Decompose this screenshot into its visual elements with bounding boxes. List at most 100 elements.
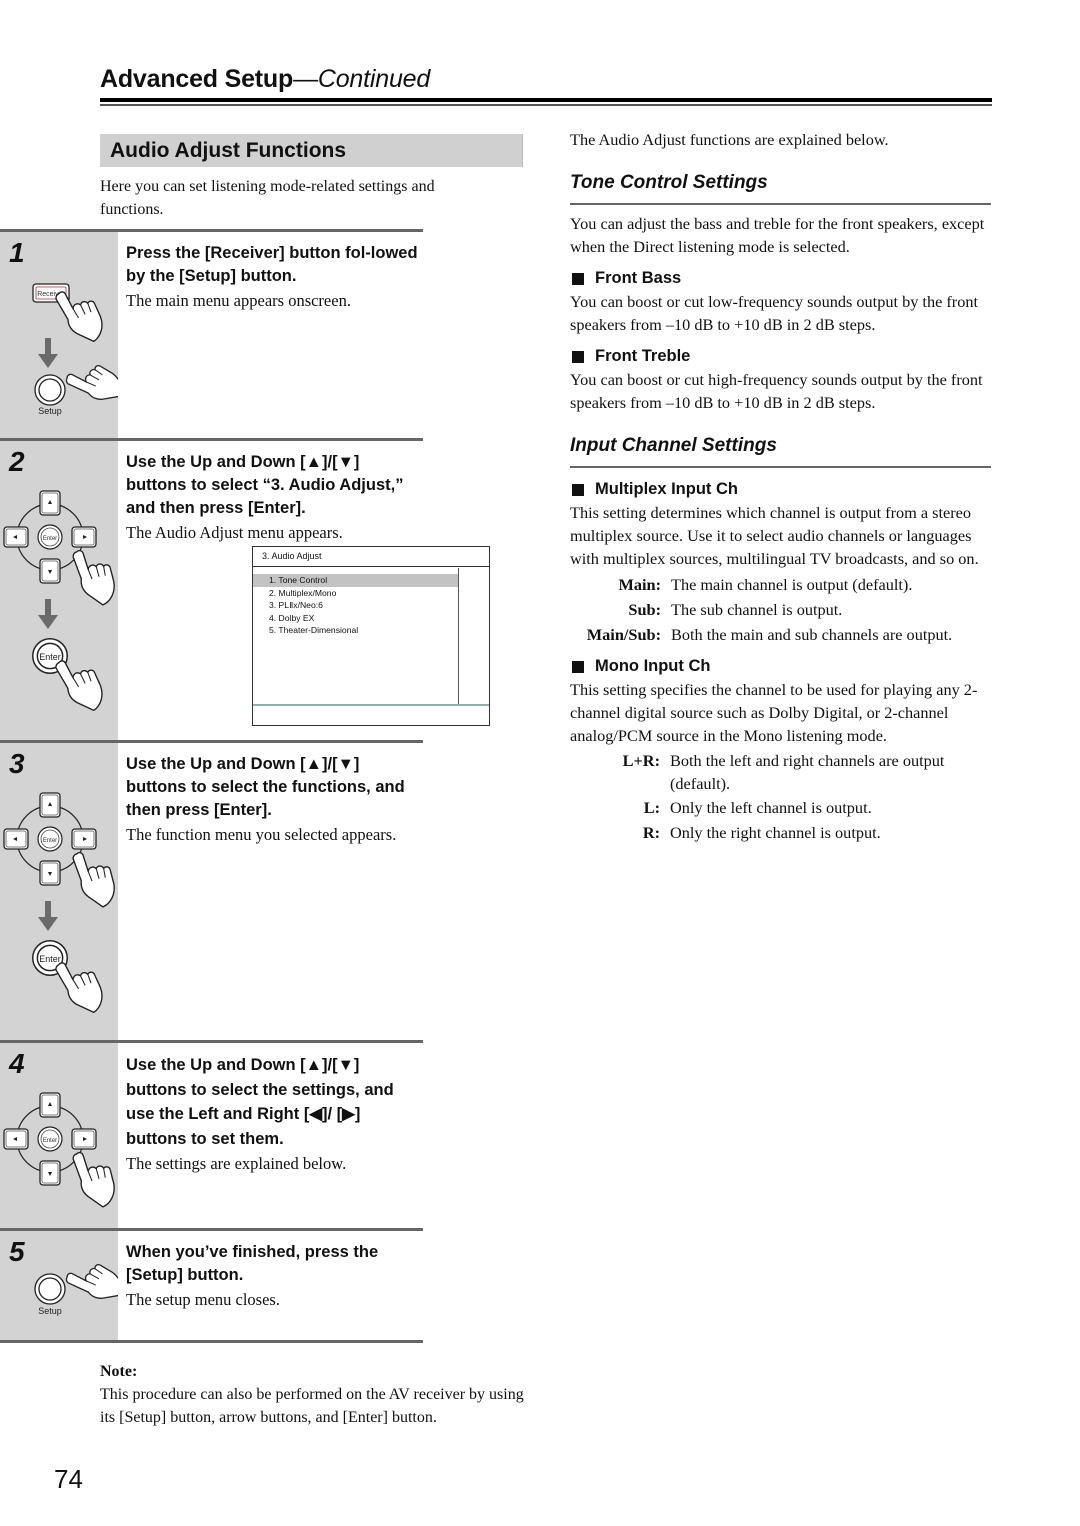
mono-title: Mono Input Ch xyxy=(570,655,991,678)
step-result: The settings are explained below. xyxy=(126,1154,347,1173)
front-bass-title: Front Bass xyxy=(570,267,991,290)
menu-item-theater-dimensional[interactable]: 5. Theater-Dimensional xyxy=(253,624,459,637)
option-row: Main: The main channel is output (default… xyxy=(570,572,991,597)
square-bullet-icon xyxy=(572,272,584,285)
pad-enter-label: Enter xyxy=(43,838,57,844)
step-illustration-panel: Enter Enter xyxy=(0,441,118,740)
step-4: Enter 4 Use the Up and Down [▲]/[▼] butt… xyxy=(0,1040,423,1228)
step-body: Use the Up and Down [▲]/[▼] buttons to s… xyxy=(126,451,418,545)
option-desc: The main channel is output (default). xyxy=(671,575,913,594)
square-bullet-icon xyxy=(572,660,584,673)
option-key: R: xyxy=(642,823,660,842)
enter-button-label: Enter xyxy=(39,954,61,964)
option-key: L: xyxy=(643,798,660,817)
right-column: The Audio Adjust functions are explained… xyxy=(570,128,991,845)
hand-press-icon xyxy=(63,352,118,414)
section-title: Audio Adjust Functions xyxy=(110,139,347,162)
hand-press-icon xyxy=(71,544,118,610)
mono-options: L+R: Both the left and right channels are… xyxy=(570,749,991,845)
hand-press-icon xyxy=(71,1146,118,1212)
step-5: Setup 5 When you’ve finished, press the … xyxy=(0,1228,423,1340)
header-rule-thin xyxy=(100,104,992,106)
step-illustration-panel: Enter Enter xyxy=(0,743,118,1040)
option-desc: Both the main and sub channels are outpu… xyxy=(671,625,953,644)
step-result: The Audio Adjust menu appears. xyxy=(126,523,343,542)
tone-control-intro: You can adjust the bass and treble for t… xyxy=(570,214,985,256)
menu-item-tone-control[interactable]: 1. Tone Control xyxy=(253,574,459,587)
step-2-illustration: Enter Enter xyxy=(3,490,118,719)
setup-button-icon xyxy=(34,1273,66,1305)
square-bullet-icon xyxy=(572,350,584,363)
setup-button-icon xyxy=(34,374,66,406)
option-desc: The sub channel is output. xyxy=(671,600,843,619)
arrow-down-icon xyxy=(38,599,58,629)
step-body: Press the [Receiver] button fol-lowed by… xyxy=(126,242,418,313)
step-number: 3 xyxy=(9,748,25,779)
multiplex-label: Multiplex Input Ch xyxy=(595,480,738,498)
menu-screen-footer-rule xyxy=(253,704,489,706)
note-block: Note: This procedure can also be perform… xyxy=(100,1360,525,1429)
functions-lead: The Audio Adjust functions are explained… xyxy=(570,130,889,149)
steps-bottom-rule xyxy=(0,1340,423,1343)
step-3-illustration: Enter Enter xyxy=(3,792,118,1021)
step-result: The setup menu closes. xyxy=(126,1290,280,1309)
hand-press-icon xyxy=(53,952,109,1021)
pad-enter-label: Enter xyxy=(43,1138,57,1144)
step-number: 2 xyxy=(9,446,25,477)
left-column: Audio Adjust Functions Here you can set … xyxy=(100,134,523,221)
option-row: R: Only the right channel is output. xyxy=(570,820,991,845)
menu-item-multiplex-mono[interactable]: 2. Multiplex/Mono xyxy=(253,587,459,600)
step-instruction: Press the [Receiver] button fol-lowed by… xyxy=(126,244,418,285)
multiplex-title: Multiplex Input Ch xyxy=(570,478,991,501)
front-treble-title: Front Treble xyxy=(570,345,991,368)
step-number: 5 xyxy=(9,1236,25,1267)
header-rule-thick xyxy=(100,98,992,102)
arrow-down-icon xyxy=(38,338,58,368)
option-row: L+R: Both the left and right channels are… xyxy=(570,749,991,795)
menu-item-plIIx-neo6[interactable]: 3. PLⅡx/Neo:6 xyxy=(253,599,459,612)
step-result: The function menu you selected appears. xyxy=(126,825,397,844)
step-result: The main menu appears onscreen. xyxy=(126,291,351,310)
step-1: Receiver Setup 1 Press the [Receiver] bu… xyxy=(0,229,423,438)
option-desc: Only the left channel is output. xyxy=(670,798,872,817)
setup-button-label: Setup xyxy=(38,406,62,416)
pad-enter-label: Enter xyxy=(43,536,57,542)
menu-screen-side-divider xyxy=(458,568,459,705)
page-number: 74 xyxy=(54,1464,83,1494)
hand-press-icon xyxy=(53,650,109,719)
note-text: This procedure can also be performed on … xyxy=(100,1386,524,1426)
hand-press-icon xyxy=(71,846,118,912)
option-key: Sub: xyxy=(628,600,661,619)
menu-item-dolby-ex[interactable]: 4. Dolby EX xyxy=(253,612,459,625)
front-treble-text: You can boost or cut high-frequency soun… xyxy=(570,370,983,412)
option-key: Main/Sub: xyxy=(586,625,661,644)
enter-button-label: Enter xyxy=(39,652,61,662)
step-body: When you’ve finished, press the [Setup] … xyxy=(126,1241,418,1312)
multiplex-options: Main: The main channel is output (default… xyxy=(570,572,991,647)
front-bass-text: You can boost or cut low-frequency sound… xyxy=(570,292,979,334)
multiplex-text: This setting determines which channel is… xyxy=(570,503,979,568)
option-row: Main/Sub: Both the main and sub channels … xyxy=(570,622,991,647)
tone-control-heading: Tone Control Settings xyxy=(570,170,991,205)
option-row: L: Only the left channel is output. xyxy=(570,795,991,820)
option-desc: Both the left and right channels are out… xyxy=(670,751,945,793)
menu-screen-list: 1. Tone Control 2. Multiplex/Mono 3. PLⅡ… xyxy=(253,574,459,637)
section-intro: Here you can set listening mode-related … xyxy=(100,178,435,218)
step-instruction: Use the Up and Down [▲]/[▼] buttons to s… xyxy=(126,755,405,819)
step-number: 4 xyxy=(9,1048,25,1079)
hand-press-icon xyxy=(53,281,109,350)
page-header: Advanced Setup—Continued xyxy=(100,62,992,106)
step-number: 1 xyxy=(9,237,25,268)
step-body: Use the Up and Down [▲]/[▼] buttons to s… xyxy=(126,753,418,847)
option-key: L+R: xyxy=(622,751,660,770)
mono-text: This setting specifies the channel to be… xyxy=(570,680,978,745)
menu-screen-title: 3. Audio Adjust xyxy=(253,547,489,567)
option-key: Main: xyxy=(618,575,661,594)
square-bullet-icon xyxy=(572,483,584,496)
audio-adjust-menu-screen: 3. Audio Adjust 1. Tone Control 2. Multi… xyxy=(252,546,490,726)
step-body: Use the Up and Down [▲]/[▼] buttons to s… xyxy=(126,1053,418,1176)
hand-press-icon xyxy=(63,1251,118,1313)
step-3: Enter Enter 3 Use the Up and Down [▲]/[▼… xyxy=(0,740,423,1040)
setup-button-label: Setup xyxy=(38,1306,62,1316)
page-title: Advanced Setup—Continued xyxy=(100,62,992,96)
